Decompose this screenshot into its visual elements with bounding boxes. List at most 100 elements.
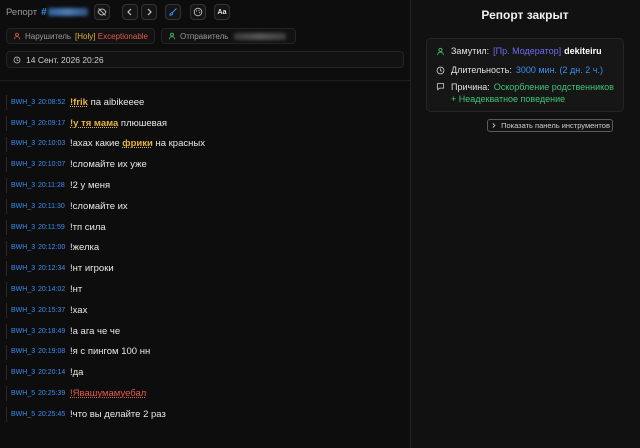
- report-date: 14 Сент. 2026 20:26: [6, 51, 404, 68]
- log-user[interactable]: BWH_3: [11, 224, 38, 231]
- log-message: !frik па aibikeeee: [70, 97, 144, 108]
- log-row: BWH_3 20:11:30 !сломайте их: [6, 196, 406, 217]
- palette-icon: [193, 7, 203, 17]
- log-time: 20:11:28: [38, 182, 65, 190]
- brush-button[interactable]: [165, 4, 181, 20]
- user-icon: [14, 32, 20, 40]
- sender-chip[interactable]: Отправитель: [161, 28, 296, 44]
- log-time: 20:08:52: [38, 98, 66, 106]
- row-bar: [6, 386, 7, 402]
- log-row: BWH_3 20:12:00 !желка: [6, 238, 406, 259]
- log-time: 20:11:30: [38, 202, 65, 210]
- log-message: !нт игроки: [70, 263, 114, 274]
- log-message: !сломайте их: [70, 201, 128, 212]
- msg-pre: !нт игроки: [70, 263, 114, 275]
- log-user[interactable]: BWH_3: [11, 265, 38, 272]
- report-closed-title: Репорт закрыт: [481, 8, 569, 22]
- log-time: 20:11:59: [38, 223, 65, 231]
- reason-text: Причина: Оскорбление родственников + Неад…: [451, 81, 618, 105]
- log-message: !нт: [70, 284, 82, 295]
- log-time: 20:20:14: [38, 369, 66, 377]
- violator-chip[interactable]: Нарушитель [Holy] Exceptionable: [6, 28, 155, 44]
- user-icon: [169, 32, 175, 40]
- log-user[interactable]: BWH_3: [11, 369, 38, 376]
- log-user[interactable]: BWH_5: [11, 411, 38, 418]
- reason-row: Причина: Оскорбление родственников + Неад…: [436, 81, 618, 105]
- log-user[interactable]: BWH_3: [11, 244, 38, 251]
- log-time: 20:09:17: [38, 119, 66, 127]
- log-message: !а ага че че: [70, 326, 120, 337]
- log-row: BWH_3 20:10:03 !ахах какие фрики на красны…: [6, 134, 406, 155]
- duration-value: 3000 мин. (2 дн. 2 ч.): [515, 65, 603, 75]
- msg-post: па aibikeeee: [87, 96, 145, 108]
- prev-button[interactable]: [122, 4, 138, 20]
- log-user[interactable]: BWH_3: [11, 120, 38, 127]
- log-user[interactable]: BWH_3: [11, 307, 38, 314]
- log-time: 20:14:02: [38, 286, 66, 294]
- log-time: 20:12:00: [38, 244, 66, 252]
- msg-flagged-word: !Явашумамуебал: [70, 388, 147, 400]
- row-bar: [6, 115, 7, 131]
- row-bar: [6, 302, 7, 318]
- next-button[interactable]: [141, 4, 157, 20]
- log-user[interactable]: BWH_3: [11, 161, 38, 168]
- row-bar: [6, 240, 7, 256]
- log-message: !желка: [70, 242, 99, 253]
- log-message: !тп сила: [70, 222, 106, 233]
- msg-pre: !2 у меня: [70, 180, 111, 192]
- msg-flagged-word: !у тя мама: [70, 117, 119, 129]
- row-bar: [6, 178, 7, 194]
- msg-pre: !тп сила: [70, 221, 106, 233]
- violator-tag: [Holy]: [75, 31, 96, 41]
- log-user[interactable]: BWH_3: [11, 99, 38, 106]
- log-row: BWH_3 20:14:02 !нт: [6, 279, 406, 300]
- hide-toggle-button[interactable]: [94, 4, 110, 20]
- log-message: !я с пингом 100 нн: [70, 346, 150, 357]
- show-tools-label: Показать панель инструментов: [501, 121, 610, 130]
- log-row: BWH_3 20:15:37 !хах: [6, 300, 406, 321]
- clock-icon: [436, 66, 445, 75]
- log-time: 20:25:39: [38, 390, 66, 398]
- msg-post: на красных: [152, 138, 205, 150]
- log-row: BWH_3 20:09:17 !у тя мама плюшевая: [6, 113, 406, 134]
- log-time: 20:19:08: [38, 348, 66, 356]
- msg-flagged-word: фрики: [122, 138, 153, 150]
- row-bar: [6, 157, 7, 173]
- font-size-button[interactable]: Aa: [214, 4, 230, 20]
- row-bar: [6, 198, 7, 214]
- log-message: !2 у меня: [70, 180, 110, 191]
- muted-label: Замутил:: [451, 46, 490, 56]
- palette-button[interactable]: [190, 4, 206, 20]
- eye-off-icon: [97, 8, 107, 16]
- msg-pre: !сломайте их: [70, 200, 128, 212]
- show-tools-button[interactable]: Показать панель инструментов: [487, 119, 613, 132]
- log-user[interactable]: BWH_3: [11, 328, 38, 335]
- log-user[interactable]: BWH_3: [11, 203, 38, 210]
- log-user[interactable]: BWH_5: [11, 390, 38, 397]
- chat-log: BWH_3 20:08:52 !frik па aibikeeee BWH_3 20:0…: [6, 92, 406, 425]
- log-message: !да: [70, 367, 83, 378]
- log-message: !что вы делайте 2 раз: [70, 409, 166, 420]
- moderator-name[interactable]: dekiteiru: [564, 46, 602, 56]
- log-user[interactable]: BWH_3: [11, 182, 38, 189]
- msg-pre: !сломайте их уже: [70, 159, 147, 171]
- report-header: Репорт #: [6, 4, 88, 20]
- divider: [0, 80, 410, 81]
- sender-name-blurred: [234, 32, 287, 40]
- log-user[interactable]: BWH_3: [11, 286, 38, 293]
- reason-label: Причина:: [451, 82, 490, 92]
- chevron-right-icon: [147, 8, 152, 16]
- log-row: BWH_3 20:08:52 !frik па aibikeeee: [6, 92, 406, 113]
- log-row: BWH_3 20:11:59 !тп сила: [6, 217, 406, 238]
- msg-pre: !нт: [70, 284, 83, 296]
- violator-label: Нарушитель: [24, 31, 72, 41]
- log-user[interactable]: BWH_3: [11, 348, 38, 355]
- font-size-label: Aa: [217, 8, 227, 16]
- log-user[interactable]: BWH_3: [11, 140, 38, 147]
- msg-pre: !хах: [70, 304, 88, 316]
- row-bar: [6, 95, 7, 110]
- report-label: Репорт: [6, 6, 38, 18]
- brush-icon: [169, 8, 177, 16]
- violator-name: Exceptionable: [97, 31, 148, 41]
- row-bar: [6, 406, 7, 422]
